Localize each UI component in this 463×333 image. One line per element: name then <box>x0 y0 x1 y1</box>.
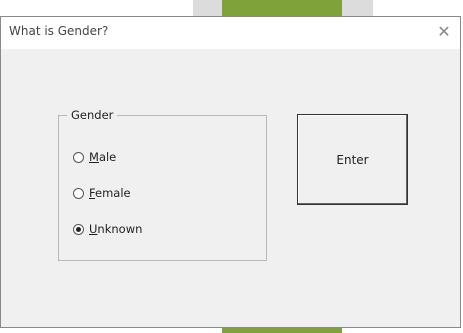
radio-button-male[interactable] <box>73 151 84 163</box>
radio-label-female: Female <box>89 186 131 200</box>
radio-option-unknown[interactable]: Unknown <box>73 222 142 236</box>
gender-frame: Gender Male Female Unknown <box>58 108 267 261</box>
gender-frame-label: Gender <box>67 108 118 122</box>
close-icon: ✕ <box>437 22 451 41</box>
radio-option-male[interactable]: Male <box>73 150 116 164</box>
dialog-titlebar: What is Gender? ✕ <box>1 17 460 49</box>
screen: What is Gender? ✕ Gender Male Female Unk… <box>0 0 463 333</box>
radio-button-unknown[interactable] <box>73 223 84 235</box>
radio-button-female[interactable] <box>73 187 84 199</box>
background-green-block-top <box>222 0 342 16</box>
close-button[interactable]: ✕ <box>428 17 460 49</box>
dialog-title: What is Gender? <box>9 24 109 38</box>
radio-label-unknown: Unknown <box>89 222 143 236</box>
radio-option-female[interactable]: Female <box>73 186 131 200</box>
radio-label-male: Male <box>89 150 117 164</box>
enter-button[interactable]: Enter <box>297 114 408 205</box>
gender-dialog: What is Gender? ✕ Gender Male Female Unk… <box>0 16 461 328</box>
